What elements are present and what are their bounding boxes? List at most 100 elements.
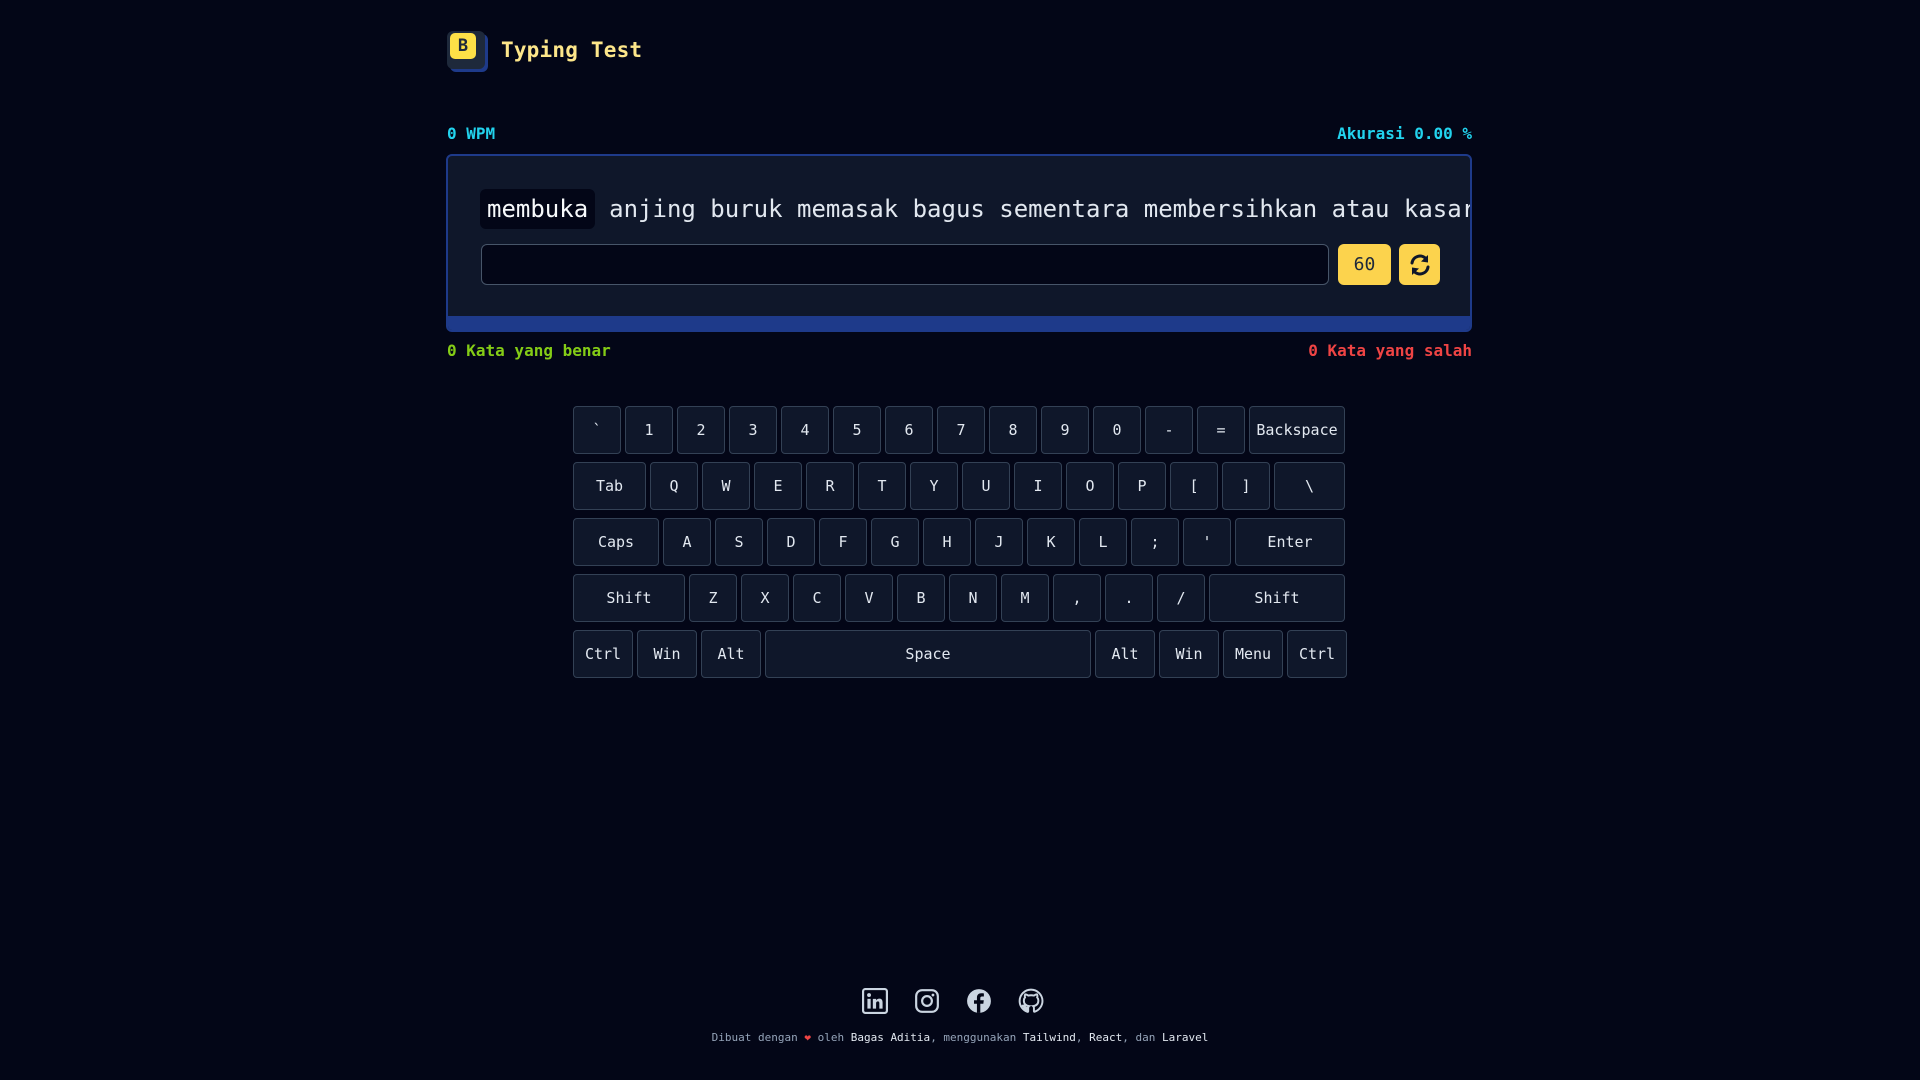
key-e[interactable]: E — [754, 462, 802, 510]
key-left-bracket[interactable]: [ — [1170, 462, 1218, 510]
facebook-link[interactable] — [965, 987, 993, 1015]
key-g[interactable]: G — [871, 518, 919, 566]
key-u[interactable]: U — [962, 462, 1010, 510]
key-p[interactable]: P — [1118, 462, 1166, 510]
key-quote[interactable]: ' — [1183, 518, 1231, 566]
key-0[interactable]: 0 — [1093, 406, 1141, 454]
key-v[interactable]: V — [845, 574, 893, 622]
social-links — [861, 987, 1045, 1015]
app-title: Typing Test — [501, 38, 643, 62]
key-2[interactable]: 2 — [677, 406, 725, 454]
linkedin-link[interactable] — [861, 987, 889, 1015]
key-semicolon[interactable]: ; — [1131, 518, 1179, 566]
key-menu[interactable]: Menu — [1223, 630, 1283, 678]
timer-button[interactable]: 60 — [1338, 244, 1391, 285]
key-left-win[interactable]: Win — [637, 630, 697, 678]
key-q[interactable]: Q — [650, 462, 698, 510]
keyboard-row-4: Shift Z X C V B N M , . / Shift — [573, 574, 1347, 622]
keyboard-row-2: Tab Q W E R T Y U I O P [ ] \ — [573, 462, 1347, 510]
correct-words-count: 0 Kata yang benar — [447, 341, 611, 360]
key-slash[interactable]: / — [1157, 574, 1205, 622]
current-word: membuka — [480, 189, 596, 229]
key-8[interactable]: 8 — [989, 406, 1037, 454]
key-space[interactable]: Space — [765, 630, 1091, 678]
footer-using: , menggunakan — [930, 1031, 1017, 1044]
logo-letter: B — [450, 33, 476, 59]
header: B Typing Test — [447, 31, 642, 69]
key-9[interactable]: 9 — [1041, 406, 1089, 454]
react-link[interactable]: React — [1089, 1031, 1122, 1044]
upcoming-words: anjing buruk memasak bagus sementara mem… — [609, 195, 1472, 223]
key-comma[interactable]: , — [1053, 574, 1101, 622]
github-link[interactable] — [1017, 987, 1045, 1015]
key-backslash[interactable]: \ — [1274, 462, 1345, 510]
footer-and: , dan — [1122, 1031, 1156, 1044]
typing-input[interactable] — [481, 244, 1329, 285]
typing-card: membuka anjing buruk memasak bagus semen… — [446, 154, 1472, 332]
key-f[interactable]: F — [819, 518, 867, 566]
key-caps[interactable]: Caps — [573, 518, 659, 566]
key-right-ctrl[interactable]: Ctrl — [1287, 630, 1347, 678]
key-m[interactable]: M — [1001, 574, 1049, 622]
keyboard-row-3: Caps A S D F G H J K L ; ' Enter — [573, 518, 1347, 566]
key-3[interactable]: 3 — [729, 406, 777, 454]
key-y[interactable]: Y — [910, 462, 958, 510]
footer-separator: , — [1075, 1031, 1083, 1044]
key-i[interactable]: I — [1014, 462, 1062, 510]
key-w[interactable]: W — [702, 462, 750, 510]
key-7[interactable]: 7 — [937, 406, 985, 454]
key-5[interactable]: 5 — [833, 406, 881, 454]
github-icon — [1018, 988, 1044, 1013]
key-h[interactable]: H — [923, 518, 971, 566]
key-l[interactable]: L — [1079, 518, 1127, 566]
key-right-shift[interactable]: Shift — [1209, 574, 1345, 622]
key-period[interactable]: . — [1105, 574, 1153, 622]
key-left-shift[interactable]: Shift — [573, 574, 685, 622]
keyboard-row-5: Ctrl Win Alt Space Alt Win Menu Ctrl — [573, 630, 1347, 678]
key-o[interactable]: O — [1066, 462, 1114, 510]
key-equals[interactable]: = — [1197, 406, 1245, 454]
key-1[interactable]: 1 — [625, 406, 673, 454]
key-j[interactable]: J — [975, 518, 1023, 566]
key-right-alt[interactable]: Alt — [1095, 630, 1155, 678]
logo[interactable]: B — [447, 31, 485, 69]
key-enter[interactable]: Enter — [1235, 518, 1345, 566]
refresh-button[interactable] — [1399, 244, 1440, 285]
key-minus[interactable]: - — [1145, 406, 1193, 454]
wrong-words-count: 0 Kata yang salah — [1308, 341, 1472, 360]
key-b[interactable]: B — [897, 574, 945, 622]
key-4[interactable]: 4 — [781, 406, 829, 454]
instagram-link[interactable] — [913, 987, 941, 1015]
key-k[interactable]: K — [1027, 518, 1075, 566]
instagram-icon — [915, 989, 939, 1013]
linkedin-icon — [862, 988, 888, 1014]
footer-made-with: Dibuat dengan — [711, 1031, 798, 1044]
key-d[interactable]: D — [767, 518, 815, 566]
facebook-icon — [967, 989, 991, 1013]
key-right-win[interactable]: Win — [1159, 630, 1219, 678]
accuracy-counter: Akurasi 0.00 % — [1337, 124, 1472, 143]
key-s[interactable]: S — [715, 518, 763, 566]
page: B Typing Test 0 WPM Akurasi 0.00 % membu… — [0, 0, 1920, 1080]
key-backtick[interactable]: ` — [573, 406, 621, 454]
wpm-counter: 0 WPM — [447, 124, 496, 143]
key-6[interactable]: 6 — [885, 406, 933, 454]
laravel-link[interactable]: Laravel — [1162, 1031, 1208, 1044]
key-z[interactable]: Z — [689, 574, 737, 622]
key-r[interactable]: R — [806, 462, 854, 510]
key-left-ctrl[interactable]: Ctrl — [573, 630, 633, 678]
key-right-bracket[interactable]: ] — [1222, 462, 1270, 510]
key-n[interactable]: N — [949, 574, 997, 622]
virtual-keyboard: ` 1 2 3 4 5 6 7 8 9 0 - = Backspace Tab … — [573, 406, 1347, 686]
key-c[interactable]: C — [793, 574, 841, 622]
tailwind-link[interactable]: Tailwind — [1023, 1031, 1076, 1044]
author-link[interactable]: Bagas Aditia — [851, 1031, 930, 1044]
key-x[interactable]: X — [741, 574, 789, 622]
key-t[interactable]: T — [858, 462, 906, 510]
refresh-icon — [1410, 254, 1429, 275]
key-backspace[interactable]: Backspace — [1249, 406, 1345, 454]
key-left-alt[interactable]: Alt — [701, 630, 761, 678]
key-tab[interactable]: Tab — [573, 462, 646, 510]
key-a[interactable]: A — [663, 518, 711, 566]
footer-by: oleh — [817, 1031, 845, 1044]
